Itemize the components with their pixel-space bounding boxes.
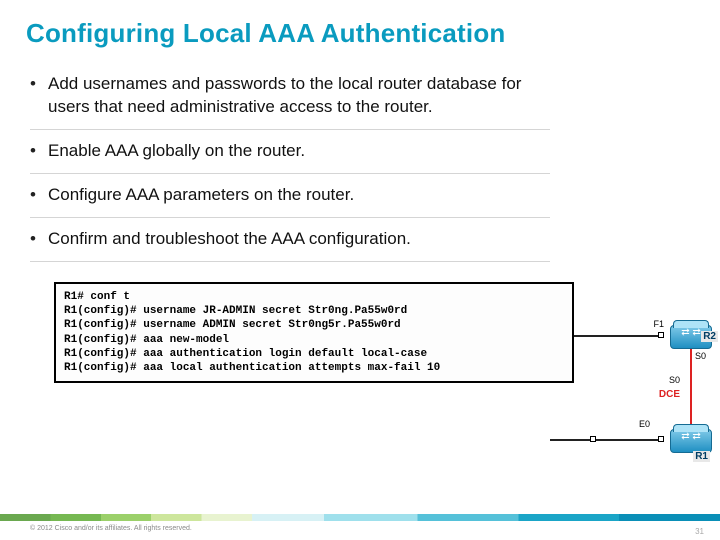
bullet-item: Configure AAA parameters on the router.: [30, 174, 550, 218]
connector-icon: [590, 436, 596, 442]
slide-title: Configuring Local AAA Authentication: [26, 18, 694, 49]
gradient-divider: [0, 514, 720, 521]
connector-icon: [658, 436, 664, 442]
code-block-wrap: R1# conf t R1(config)# username JR-ADMIN…: [54, 282, 574, 384]
port-f1: F1: [653, 319, 664, 329]
wire-serial-red: [690, 349, 692, 429]
port-e0: E0: [639, 419, 650, 429]
slide-footer: © 2012 Cisco and/or its affiliates. All …: [0, 514, 720, 540]
page-number: 31: [695, 527, 704, 536]
wire-horizontal-bottom: [550, 439, 660, 441]
port-s0-top: S0: [695, 351, 706, 361]
cli-code-block: R1# conf t R1(config)# username JR-ADMIN…: [54, 282, 574, 384]
router-r1-label: R1: [693, 451, 710, 462]
bullet-item: Enable AAA globally on the router.: [30, 130, 550, 174]
bullet-item: Add usernames and passwords to the local…: [30, 63, 550, 130]
copyright-text: © 2012 Cisco and/or its affiliates. All …: [0, 521, 720, 532]
content-area: Add usernames and passwords to the local…: [0, 59, 580, 383]
port-s0-bottom: S0: [669, 375, 680, 385]
bullet-item: Confirm and troubleshoot the AAA configu…: [30, 218, 550, 262]
router-r1-icon: ⇄ ⇄: [670, 429, 712, 453]
connector-icon: [658, 332, 664, 338]
dce-label: DCE: [659, 389, 680, 400]
router-r2-label: R2: [701, 331, 718, 342]
network-diagram: ⇄ ⇄ R2 F1 S0 DCE S0 ⇄ ⇄ R1 E0: [550, 315, 720, 480]
bullet-list: Add usernames and passwords to the local…: [30, 63, 550, 262]
title-bar: Configuring Local AAA Authentication: [0, 0, 720, 59]
